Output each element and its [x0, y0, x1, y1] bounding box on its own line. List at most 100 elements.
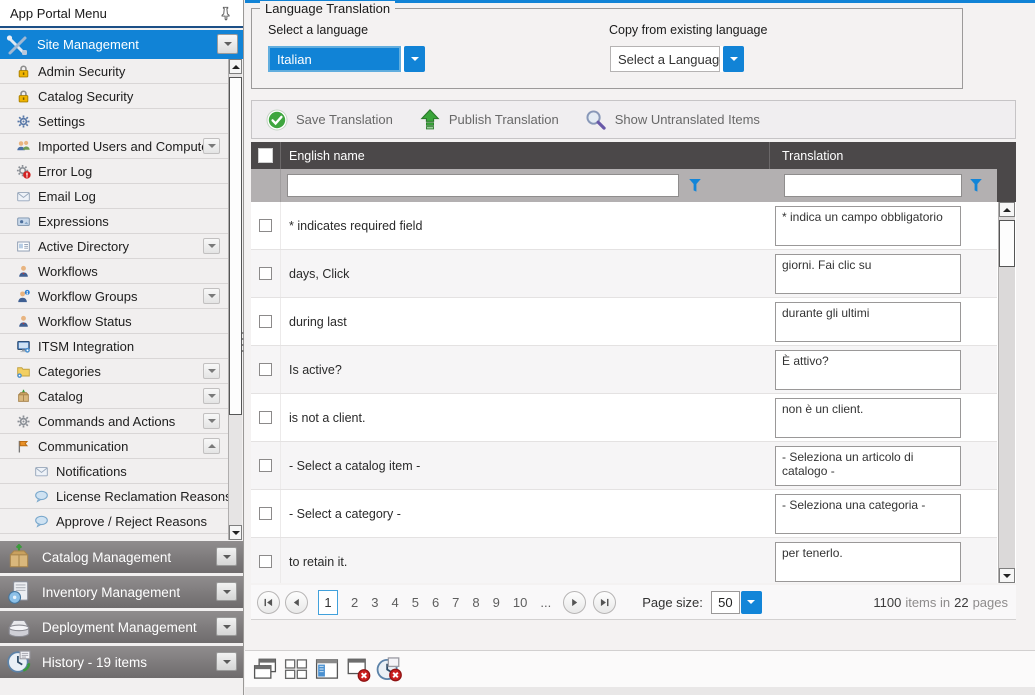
sidebar-section-inventory-management[interactable]: Inventory Management	[0, 576, 243, 608]
scroll-down-button[interactable]	[229, 525, 242, 540]
first-page-button[interactable]	[257, 591, 280, 614]
dropdown-arrow-icon[interactable]	[723, 46, 744, 72]
translation-textarea[interactable]: durante gli ultimi	[775, 302, 961, 342]
previous-page-button[interactable]	[285, 591, 308, 614]
sidebar-item-expressions[interactable]: Expressions	[0, 209, 228, 234]
selected-language-value[interactable]: Italian	[268, 46, 401, 72]
chevron-up-icon[interactable]	[203, 438, 220, 454]
copy-language-select[interactable]: Select a Language	[610, 46, 744, 72]
page-number[interactable]: 5	[412, 595, 419, 610]
chevron-down-icon[interactable]	[203, 388, 220, 404]
translation-filter-input[interactable]	[784, 174, 962, 197]
translation-textarea[interactable]: non è un client.	[775, 398, 961, 438]
page-number[interactable]: 3	[371, 595, 378, 610]
save-translation-button[interactable]: Save Translation	[266, 109, 393, 131]
sidebar-item-approve-reject-reasons[interactable]: Approve / Reject Reasons	[0, 509, 228, 534]
publish-translation-button[interactable]: Publish Translation	[419, 109, 559, 131]
next-page-button[interactable]	[563, 591, 586, 614]
sidebar-item-communication[interactable]: Communication	[0, 434, 228, 459]
page-ellipsis[interactable]: ...	[540, 595, 551, 610]
row-checkbox[interactable]	[259, 507, 272, 520]
page-number[interactable]: 4	[391, 595, 398, 610]
scroll-up-button[interactable]	[999, 202, 1015, 217]
sidebar-section-history[interactable]: History - 19 items	[0, 646, 243, 678]
translation-textarea[interactable]: - Seleziona un articolo di catalogo -	[775, 446, 961, 486]
cascade-windows-icon[interactable]	[252, 656, 278, 682]
sidebar-item-workflow-groups[interactable]: Workflow Groups	[0, 284, 228, 309]
sidebar-item-email-log[interactable]: Email Log	[0, 184, 228, 209]
english-name-cell: Is active?	[289, 346, 342, 394]
page-number-current[interactable]: 1	[318, 590, 338, 615]
chevron-down-icon[interactable]	[203, 238, 220, 254]
show-untranslated-items-button[interactable]: Show Untranslated Items	[585, 109, 760, 131]
sidebar-scrollbar[interactable]	[228, 59, 242, 540]
page-number[interactable]: 2	[351, 595, 358, 610]
translation-textarea[interactable]: giorni. Fai clic su	[775, 254, 961, 294]
sidebar-item-catalog-security[interactable]: Catalog Security	[0, 84, 228, 109]
sidebar-item-license-reclamation-reasons[interactable]: License Reclamation Reasons	[0, 484, 228, 509]
row-checkbox[interactable]	[259, 459, 272, 472]
column-header-english[interactable]: English name	[289, 149, 365, 163]
sidebar-item-itsm-integration[interactable]: ITSM Integration	[0, 334, 228, 359]
filter-funnel-icon[interactable]	[969, 178, 983, 193]
select-all-checkbox[interactable]	[258, 148, 273, 163]
page-number[interactable]: 6	[432, 595, 439, 610]
row-checkbox[interactable]	[259, 555, 272, 568]
scroll-down-button[interactable]	[999, 568, 1015, 583]
row-checkbox[interactable]	[259, 411, 272, 424]
sidebar-item-commands-and-actions[interactable]: Commands and Actions	[0, 409, 228, 434]
translation-textarea[interactable]: * indica un campo obbligatorio	[775, 206, 961, 246]
chevron-down-icon[interactable]	[203, 413, 220, 429]
row-checkbox[interactable]	[259, 219, 272, 232]
language-select[interactable]: Italian	[268, 46, 425, 72]
sidebar-item-imported-users-and-computers[interactable]: Imported Users and Computers	[0, 134, 228, 159]
sidebar-item-catalog[interactable]: Catalog	[0, 384, 228, 409]
chevron-down-icon[interactable]	[216, 582, 237, 601]
sidebar-item-active-directory[interactable]: Active Directory	[0, 234, 228, 259]
sidebar-section-catalog-management[interactable]: Catalog Management	[0, 541, 243, 573]
show-panel-icon[interactable]	[314, 656, 340, 682]
sidebar-item-notifications[interactable]: Notifications	[0, 459, 228, 484]
page-number[interactable]: 9	[493, 595, 500, 610]
page-size-dropdown-arrow-icon[interactable]	[741, 591, 762, 614]
column-header-translation[interactable]: Translation	[782, 149, 843, 163]
translation-textarea[interactable]: per tenerlo.	[775, 542, 961, 582]
sidebar-item-admin-security[interactable]: Admin Security	[0, 59, 228, 84]
chevron-down-icon[interactable]	[203, 363, 220, 379]
copy-language-value[interactable]: Select a Language	[610, 46, 720, 72]
chevron-down-icon[interactable]	[203, 138, 220, 154]
translation-textarea[interactable]: È attivo?	[775, 350, 961, 390]
row-checkbox[interactable]	[259, 363, 272, 376]
sidebar-section-deployment-management[interactable]: Deployment Management	[0, 611, 243, 643]
sidebar-item-workflows[interactable]: Workflows	[0, 259, 228, 284]
scrollbar-thumb[interactable]	[229, 77, 242, 415]
chevron-down-icon[interactable]	[203, 288, 220, 304]
sidebar-item-workflow-status[interactable]: Workflow Status	[0, 309, 228, 334]
sidebar-item-error-log[interactable]: Error Log	[0, 159, 228, 184]
page-number[interactable]: 7	[452, 595, 459, 610]
sidebar-item-settings[interactable]: Settings	[0, 109, 228, 134]
chevron-down-icon[interactable]	[217, 34, 238, 54]
table-scrollbar[interactable]	[998, 202, 1015, 583]
scrollbar-thumb[interactable]	[999, 220, 1015, 267]
dropdown-arrow-icon[interactable]	[404, 46, 425, 72]
clear-history-icon[interactable]	[376, 656, 402, 682]
chevron-down-icon[interactable]	[216, 617, 237, 636]
tile-windows-icon[interactable]	[283, 656, 309, 682]
sidebar-section-site-management[interactable]: Site Management	[0, 30, 243, 59]
chevron-down-icon[interactable]	[216, 547, 237, 566]
page-number[interactable]: 10	[513, 595, 527, 610]
row-checkbox[interactable]	[259, 315, 272, 328]
row-checkbox[interactable]	[259, 267, 272, 280]
filter-funnel-icon[interactable]	[688, 178, 702, 193]
sidebar-item-categories[interactable]: Categories	[0, 359, 228, 384]
translation-textarea[interactable]: - Seleziona una categoria -	[775, 494, 961, 534]
close-window-icon[interactable]	[345, 656, 371, 682]
page-size-value[interactable]: 50	[711, 591, 740, 614]
last-page-button[interactable]	[593, 591, 616, 614]
chevron-down-icon[interactable]	[216, 652, 237, 671]
pin-icon[interactable]	[219, 5, 233, 21]
english-filter-input[interactable]	[287, 174, 679, 197]
scroll-up-button[interactable]	[229, 59, 242, 74]
page-number[interactable]: 8	[472, 595, 479, 610]
